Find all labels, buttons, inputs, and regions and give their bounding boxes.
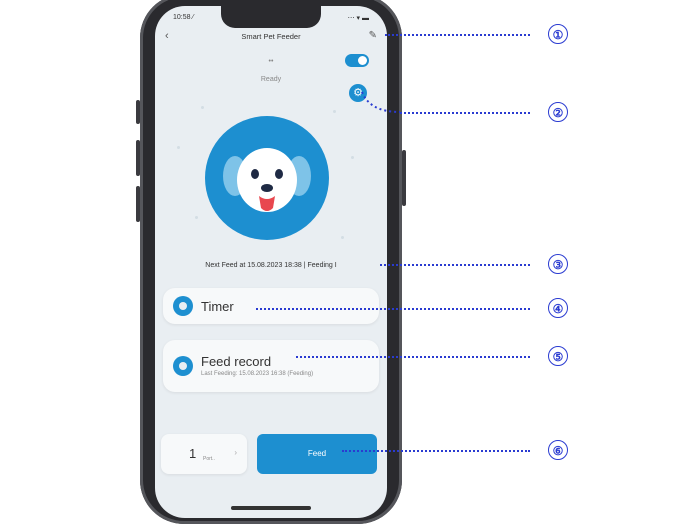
callout-line-4 [256,308,530,310]
feed-button[interactable]: Feed [257,434,377,474]
callout-4: ④ [548,298,568,318]
callout-1: ① [548,24,568,44]
callout-connector-2 [361,91,401,113]
feed-record-label: Feed record [201,354,272,369]
pet-avatar [205,116,329,240]
timer-card[interactable]: Timer [163,288,379,324]
edit-icon[interactable]: ✎ [369,30,377,41]
callout-line-3 [380,264,530,266]
title-bar: ‹ Smart Pet Feeder ✎ [155,30,387,46]
power-button [402,150,406,206]
status-bar: 10:58 ⁄ ⋯ ▾ ▬ [173,14,369,24]
bg-dot [201,106,204,109]
bg-dot [177,146,180,149]
next-feed-info: Next Feed at 15.08.2023 18:38 | Feeding … [205,262,337,269]
callout-line-5 [296,356,530,358]
app-screen: 10:58 ⁄ ⋯ ▾ ▬ ‹ Smart Pet Feeder ✎ •• Re… [155,6,387,518]
bg-dot [333,110,336,113]
portion-unit: Port.. [203,456,215,462]
page-title: Smart Pet Feeder [241,32,301,41]
status-time: 10:58 ⁄ [173,14,194,21]
callout-line-6 [342,450,530,452]
status-signals: ⋯ ▾ ▬ [347,15,369,22]
callout-3: ③ [548,254,568,274]
power-toggle[interactable] [345,54,369,67]
callout-5: ⑤ [548,346,568,366]
callout-6: ⑥ [548,440,568,460]
device-status: Ready [260,76,282,83]
portion-value: 1 [189,446,197,461]
volume-up-button [136,140,140,176]
callout-2: ② [548,102,568,122]
bg-dot [351,156,354,159]
feed-record-icon [173,356,193,376]
feed-record-sub: Last Feeding: 15.08.2023 16:38 (Feeding) [201,371,314,377]
volume-down-button [136,186,140,222]
timer-label: Timer [201,299,234,314]
bg-dot [195,216,198,219]
mute-switch [136,100,140,124]
callout-line-1 [385,34,530,36]
feed-record-card[interactable]: Feed record Last Feeding: 15.08.2023 16:… [163,340,379,392]
portion-selector[interactable]: 1 Port.. › [161,434,247,474]
bg-dot [341,236,344,239]
dog-icon [223,148,311,212]
timer-icon [173,296,193,316]
chevron-right-icon: › [234,448,237,457]
callout-line-2 [400,112,530,114]
home-indicator [231,506,311,510]
